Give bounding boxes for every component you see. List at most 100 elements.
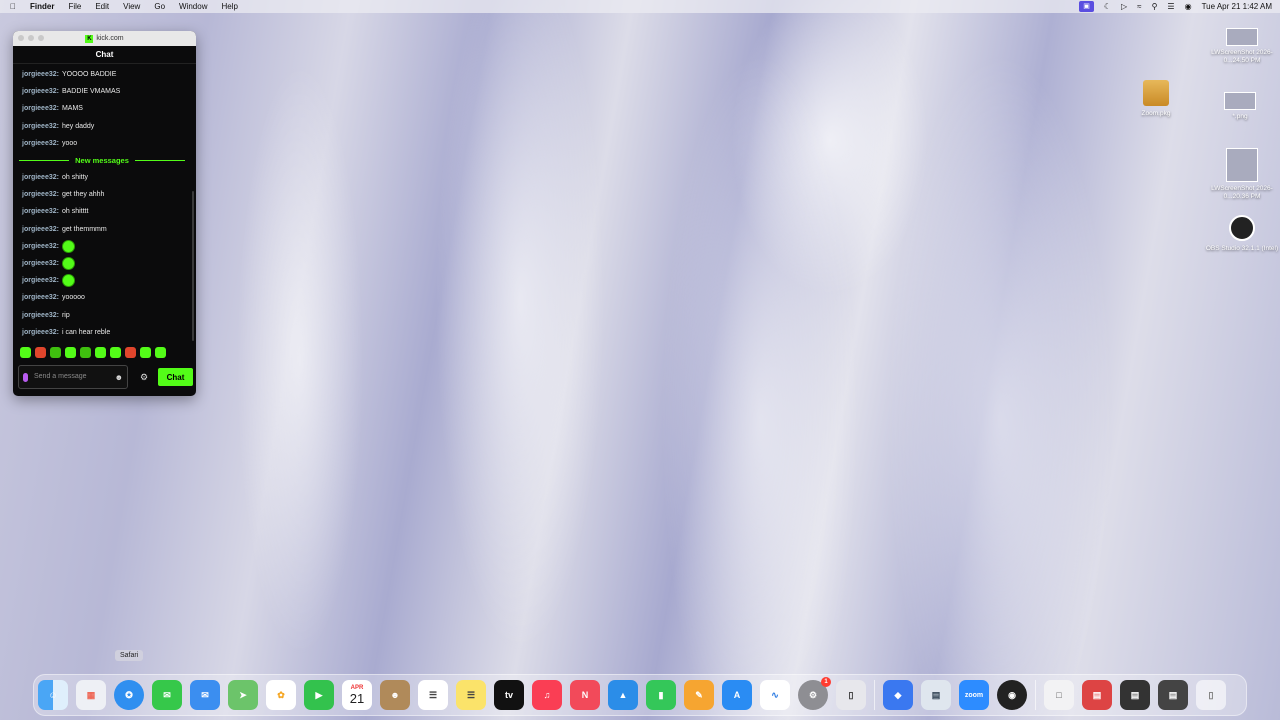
chat-username[interactable]: jorgieee32: — [22, 312, 59, 319]
dock-notes-icon[interactable]: ☰ — [456, 680, 486, 710]
chat-username[interactable]: jorgieee32: — [22, 105, 59, 112]
chat-message-input[interactable]: Send a message ☻ — [18, 365, 128, 389]
dock-facetime-icon[interactable]: ▶ — [304, 680, 334, 710]
dock-keynote-icon[interactable]: ▲ — [608, 680, 638, 710]
chat-message: jorgieee32: get themmmm — [13, 221, 191, 238]
desktop-app-obs[interactable]: OBS Studio 32.1.1 (Intel) — [1202, 215, 1280, 253]
dock-finder-icon[interactable]: ☺ — [38, 680, 68, 710]
menu-app-name[interactable]: Finder — [30, 0, 54, 13]
quick-emote-icon[interactable] — [50, 347, 61, 358]
chat-message-text: oh shitty — [61, 174, 89, 182]
screenshot-thumbnail-icon — [1226, 28, 1258, 46]
chat-message: jorgieee32: — [13, 238, 191, 255]
chat-message-text: oh shitttt — [61, 208, 89, 216]
menu-window[interactable]: Window — [179, 0, 207, 13]
chat-username[interactable]: jorgieee32: — [22, 277, 59, 284]
tv-label: tv — [504, 690, 513, 700]
quick-emote-icon[interactable] — [95, 347, 106, 358]
dock-contacts-icon[interactable]: ☻ — [380, 680, 410, 710]
wifi-icon[interactable]: ≈ — [1137, 0, 1141, 13]
dock-music-icon[interactable]: ♫ — [532, 680, 562, 710]
menu-edit[interactable]: Edit — [95, 0, 109, 13]
dock-mail-icon[interactable]: ✉ — [190, 680, 220, 710]
quick-emote-icon[interactable] — [35, 347, 46, 358]
chat-username[interactable]: jorgieee32: — [22, 243, 59, 250]
menu-view[interactable]: View — [123, 0, 140, 13]
dock-numbers-icon[interactable]: ▮ — [646, 680, 676, 710]
chat-settings-gear-icon[interactable]: ⚙ — [140, 372, 148, 383]
chat-username[interactable]: jorgieee32: — [22, 71, 59, 78]
quick-emote-icon[interactable] — [155, 347, 166, 358]
chat-username[interactable]: jorgieee32: — [22, 174, 59, 181]
dock-recent-window-icon[interactable]: ▤ — [1158, 680, 1188, 710]
dock-pages-icon[interactable]: ✎ — [684, 680, 714, 710]
dock-maps-icon[interactable]: ➤ — [228, 680, 258, 710]
dock-apple-tv-icon[interactable]: tv — [494, 680, 524, 710]
control-center-icon[interactable]: ☰ — [1167, 0, 1174, 13]
dock-system-settings-icon[interactable]: ⚙ 1 — [798, 677, 831, 710]
menu-file[interactable]: File — [68, 0, 81, 13]
search-icon[interactable]: ⚲ — [1152, 0, 1158, 13]
close-window-button[interactable] — [18, 35, 24, 41]
dock-trash-icon[interactable]: ▯ — [1196, 680, 1226, 710]
dock-calendar-icon[interactable]: APR 21 — [342, 680, 372, 710]
menu-help[interactable]: Help — [221, 0, 237, 13]
chat-username[interactable]: jorgieee32: — [22, 329, 59, 336]
chat-username[interactable]: jorgieee32: — [22, 208, 59, 215]
dock-downloads-folder-icon[interactable]: □ — [1044, 680, 1074, 710]
minimize-window-button[interactable] — [28, 35, 34, 41]
chat-username[interactable]: jorgieee32: — [22, 294, 59, 301]
microphone-icon[interactable] — [23, 372, 28, 382]
quick-emote-icon[interactable] — [110, 347, 121, 358]
desktop-file-zoom-pkg[interactable]: Zoom.pkg — [1116, 80, 1196, 118]
quick-emote-icon[interactable] — [140, 347, 151, 358]
chat-message: jorgieee32: yooooo — [13, 289, 191, 306]
chat-username[interactable]: jorgieee32: — [22, 140, 59, 147]
quick-emote-icon[interactable] — [65, 347, 76, 358]
chat-username[interactable]: jorgieee32: — [22, 123, 59, 130]
apple-menu-icon[interactable]:  — [10, 0, 16, 13]
dock-reminders-icon[interactable]: ☰ — [418, 680, 448, 710]
play-icon[interactable]: ▷ — [1121, 0, 1127, 13]
desktop-file-png[interactable]: *.png — [1200, 92, 1280, 121]
menu-go[interactable]: Go — [154, 0, 165, 13]
emoji-picker-icon[interactable]: ☻ — [115, 373, 123, 382]
desktop-icon-label: LWScreenShot 2026-0...20.36 PM — [1211, 185, 1273, 200]
new-messages-divider: New messages — [13, 152, 191, 169]
window-titlebar[interactable]: K kick.com — [13, 31, 196, 46]
siri-icon[interactable]: ◉ — [1185, 0, 1192, 13]
menu-clock[interactable]: Tue Apr 21 1:42 AM — [1202, 2, 1272, 11]
dock-roblox-icon[interactable]: ◆ — [883, 680, 913, 710]
chat-scrollbar[interactable] — [192, 191, 194, 341]
quick-emote-icon[interactable] — [125, 347, 136, 358]
zoom-window-button[interactable] — [38, 35, 44, 41]
quick-emote-icon[interactable] — [20, 347, 31, 358]
dock-photos-icon[interactable]: ✿ — [266, 680, 296, 710]
focus-moon-icon[interactable]: ☾ — [1104, 0, 1111, 13]
dock-messages-icon[interactable]: ✉ — [152, 680, 182, 710]
quick-emote-icon[interactable] — [80, 347, 91, 358]
desktop-file-screenshot-2[interactable]: LWScreenShot 2026-0...20.36 PM — [1202, 148, 1280, 201]
chat-username[interactable]: jorgieee32: — [22, 191, 59, 198]
dock-app-store-icon[interactable]: A — [722, 680, 752, 710]
dock-preview-icon[interactable]: ▤ — [921, 680, 951, 710]
dock-separator — [1035, 680, 1036, 710]
dock-iphone-mirroring-icon[interactable]: ▯ — [836, 680, 866, 710]
desktop-icon-label: LWScreenShot 2026-0...24.50 PM — [1211, 49, 1273, 64]
dock-obs-icon[interactable]: ◉ — [997, 680, 1027, 710]
dock-news-icon[interactable]: N — [570, 680, 600, 710]
send-chat-button[interactable]: Chat — [158, 368, 193, 386]
chat-username[interactable]: jorgieee32: — [22, 88, 59, 95]
dock-recent-window-icon[interactable]: ▤ — [1082, 680, 1112, 710]
traffic-lights — [18, 35, 44, 41]
desktop-file-screenshot-1[interactable]: LWScreenShot 2026-0...24.50 PM — [1202, 28, 1280, 65]
screen-recorder-icon[interactable]: ▣ — [1079, 1, 1094, 12]
chat-username[interactable]: jorgieee32: — [22, 226, 59, 233]
dock-launchpad-icon[interactable]: ▦ — [76, 680, 106, 710]
chat-message-list[interactable]: jorgieee32: YOOOO BADDIE jorgieee32: BADDI… — [13, 66, 191, 370]
dock-zoom-icon[interactable]: zoom — [959, 680, 989, 710]
dock-freeform-icon[interactable]: ∿ — [760, 680, 790, 710]
chat-username[interactable]: jorgieee32: — [22, 260, 59, 267]
dock-safari-icon[interactable]: ✪ — [114, 680, 144, 710]
dock-recent-window-icon[interactable]: ▤ — [1120, 680, 1150, 710]
